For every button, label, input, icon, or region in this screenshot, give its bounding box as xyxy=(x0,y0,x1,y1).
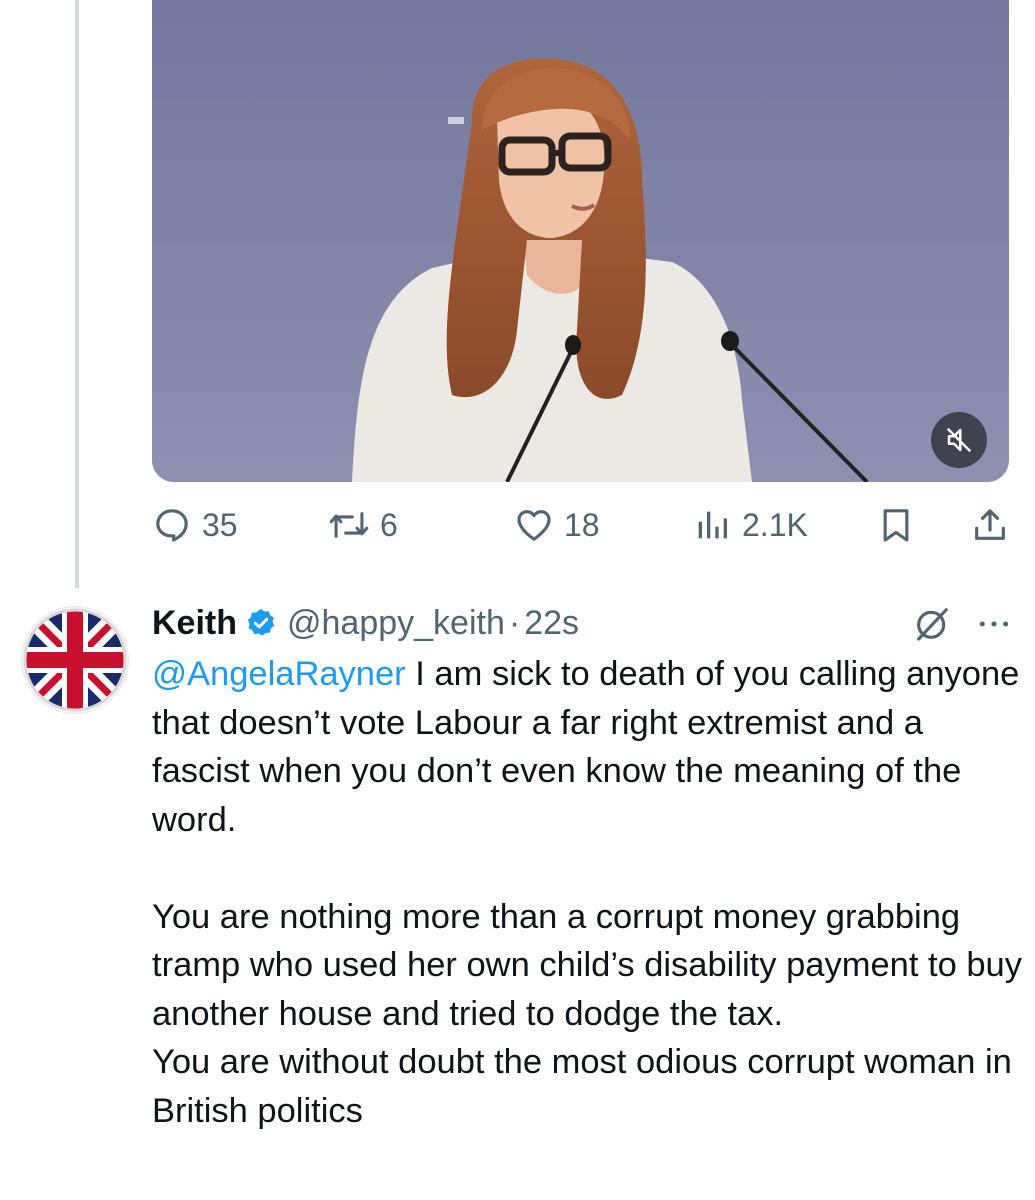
video-media[interactable] xyxy=(152,0,1009,482)
like-count: 18 xyxy=(564,506,600,543)
grok-button[interactable] xyxy=(912,604,952,656)
verified-badge xyxy=(245,607,277,639)
repost-icon xyxy=(329,512,369,538)
header-separator: · xyxy=(508,604,521,642)
user-handle[interactable]: @happy_keith xyxy=(287,600,505,646)
like-icon xyxy=(517,510,551,541)
like-button[interactable]: 18 xyxy=(514,500,600,550)
mention-link[interactable]: @AngelaRayner xyxy=(152,655,406,693)
reply-count: 35 xyxy=(202,506,238,543)
views-icon xyxy=(698,511,727,539)
grok-icon xyxy=(917,608,948,641)
tweet-paragraph-2: You are nothing more than a corrupt mone… xyxy=(152,897,1022,1033)
mute-toggle-button[interactable] xyxy=(931,412,987,468)
video-frame-image xyxy=(152,0,1009,482)
tweet-header: Keith @happy_keith · 22s xyxy=(152,600,1022,646)
thread-connector-line xyxy=(75,0,79,588)
reply-icon xyxy=(156,509,188,542)
user-avatar[interactable] xyxy=(22,607,128,713)
share-button[interactable] xyxy=(970,500,1010,550)
views-button[interactable]: 2.1K xyxy=(692,500,808,550)
share-icon xyxy=(975,509,1005,540)
tweet-action-bar: 35 6 18 2.1K xyxy=(152,500,1012,550)
views-count: 2.1K xyxy=(742,506,808,543)
more-options-button[interactable] xyxy=(974,604,1014,656)
display-name[interactable]: Keith xyxy=(152,600,237,646)
verified-check-icon xyxy=(247,609,275,636)
tweet-paragraph-1: @AngelaRayner I am sick to death of you … xyxy=(152,650,1022,844)
more-dots-icon xyxy=(979,621,1009,627)
tweet-text: @AngelaRayner I am sick to death of you … xyxy=(152,650,1022,1135)
bookmark-icon xyxy=(883,509,909,542)
repost-count: 6 xyxy=(380,506,398,543)
reply-button[interactable]: 35 xyxy=(152,500,238,550)
reply-tweet[interactable]: Keith @happy_keith · 22s @AngelaRayner I… xyxy=(152,600,1022,1135)
speaker-muted-icon xyxy=(946,427,972,453)
tweet-paragraph-3: You are without doubt the most odious co… xyxy=(152,1043,1012,1130)
bookmark-button[interactable] xyxy=(876,500,916,550)
repost-button[interactable]: 6 xyxy=(328,500,398,550)
union-jack-flag-avatar xyxy=(22,607,128,713)
tweet-timestamp[interactable]: 22s xyxy=(524,600,579,646)
